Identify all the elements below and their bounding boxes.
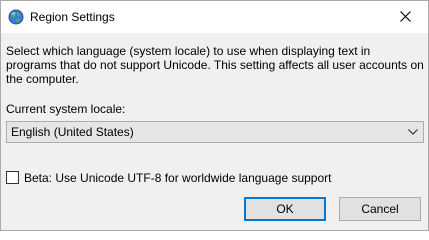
dialog-body: Select which language (system locale) to…	[1, 33, 428, 230]
system-locale-dropdown[interactable]: English (United States)	[6, 121, 424, 143]
description-text: Select which language (system locale) to…	[6, 44, 424, 86]
region-settings-dialog: Region Settings Select which language (s…	[0, 0, 429, 231]
locale-label: Current system locale:	[6, 102, 126, 116]
title-bar: Region Settings	[1, 1, 428, 33]
cancel-button[interactable]: Cancel	[339, 197, 421, 221]
close-icon	[400, 11, 411, 22]
window-title: Region Settings	[30, 10, 115, 24]
close-button[interactable]	[384, 1, 428, 33]
ok-button[interactable]: OK	[244, 197, 326, 221]
locale-selected-value: English (United States)	[11, 125, 134, 139]
globe-settings-icon	[8, 9, 24, 25]
beta-utf8-checkbox[interactable]	[6, 171, 19, 184]
beta-utf8-label: Beta: Use Unicode UTF-8 for worldwide la…	[24, 171, 332, 185]
chevron-down-icon	[408, 129, 418, 135]
